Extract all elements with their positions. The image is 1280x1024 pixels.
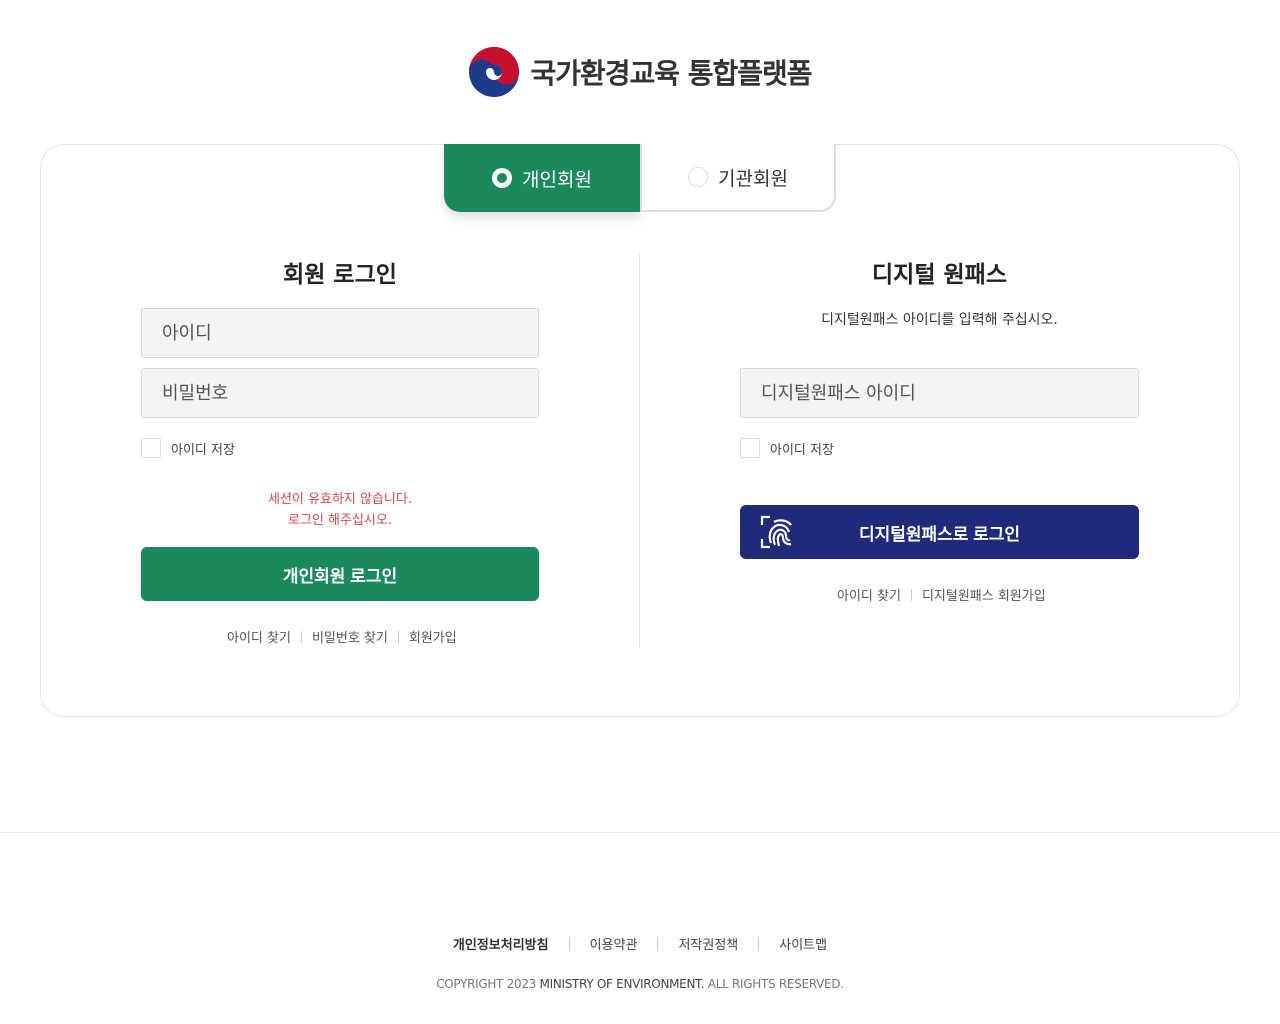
find-password-link[interactable]: 비밀번호 찾기: [312, 627, 388, 646]
radio-selected-icon: [492, 168, 513, 188]
signup-link[interactable]: 회원가입: [409, 627, 457, 646]
error-line: 세션이 유효하지 않습니다.: [268, 492, 412, 507]
site-header: 국가환경교육 통합플랫폼: [0, 44, 1280, 100]
save-id-checkbox[interactable]: [141, 438, 161, 458]
tab-label: 개인회원: [522, 168, 592, 191]
onepass-help-links: 아이디 찾기 디지털원패스 회원가입: [837, 585, 1046, 604]
onepass-login-button[interactable]: 디지털원패스로 로그인: [740, 505, 1139, 559]
panel-divider: [639, 254, 640, 648]
session-error-message: 세션이 유효하지 않습니다. 로그인 해주십시오.: [141, 489, 539, 531]
copyright-org: MINISTRY OF ENVIRONMENT.: [539, 977, 705, 991]
save-id-label: 아이디 저장: [770, 442, 834, 458]
personal-login-button[interactable]: 개인회원 로그인: [141, 547, 539, 601]
member-login-title: 회원 로그인: [283, 262, 397, 288]
save-id-option[interactable]: 아이디 저장: [141, 438, 235, 458]
onepass-login-label: 디지털원패스로 로그인: [858, 524, 1021, 544]
user-id-input[interactable]: [141, 308, 539, 358]
privacy-policy-link[interactable]: 개인정보처리방침: [453, 934, 549, 953]
link-separator: [397, 630, 399, 643]
radio-unselected-icon: [688, 167, 709, 187]
tab-personal-member[interactable]: 개인회원: [444, 144, 640, 212]
link-separator: [910, 588, 912, 601]
tab-label: 기관회원: [718, 167, 788, 190]
onepass-find-id-link[interactable]: 아이디 찾기: [837, 585, 901, 604]
save-id-label: 아이디 저장: [171, 442, 235, 458]
onepass-save-id-checkbox[interactable]: [740, 438, 760, 458]
tab-organization-member[interactable]: 기관회원: [640, 144, 836, 212]
copyright-policy-link[interactable]: 저작권정책: [678, 934, 738, 953]
find-id-link[interactable]: 아이디 찾기: [227, 627, 291, 646]
copyright-notice: COPYRIGHT 2023 MINISTRY OF ENVIRONMENT. …: [0, 977, 1280, 991]
error-line: 로그인 해주십시오.: [288, 513, 392, 528]
site-title[interactable]: 국가환경교육 통합플랫폼: [530, 52, 812, 92]
copyright-suffix: ALL RIGHTS RESERVED.: [704, 977, 844, 991]
link-separator: [568, 937, 570, 950]
footer-links: 개인정보처리방침 이용약관 저작권정책 사이트맵: [0, 934, 1280, 953]
onepass-id-input[interactable]: [740, 368, 1139, 418]
onepass-signup-link[interactable]: 디지털원패스 회원가입: [922, 585, 1046, 604]
link-separator: [300, 630, 302, 643]
onepass-save-id-option[interactable]: 아이디 저장: [740, 438, 834, 458]
terms-link[interactable]: 이용약관: [590, 934, 638, 953]
digital-onepass-description: 디지털원패스 아이디를 입력해 주십시오.: [821, 312, 1058, 328]
fingerprint-scan-icon: [760, 515, 792, 549]
login-card: [40, 144, 1240, 717]
password-input[interactable]: [141, 368, 539, 418]
copyright-prefix: COPYRIGHT 2023: [436, 977, 540, 991]
member-type-tabs: 개인회원 기관회원: [444, 144, 836, 212]
taegeuk-emblem-icon: [469, 47, 520, 97]
sitemap-link[interactable]: 사이트맵: [779, 934, 827, 953]
link-separator: [657, 937, 659, 950]
footer-divider: [0, 832, 1280, 833]
digital-onepass-title: 디지털 원패스: [872, 262, 1007, 288]
link-separator: [758, 937, 760, 950]
member-help-links: 아이디 찾기 비밀번호 찾기 회원가입: [227, 627, 457, 646]
